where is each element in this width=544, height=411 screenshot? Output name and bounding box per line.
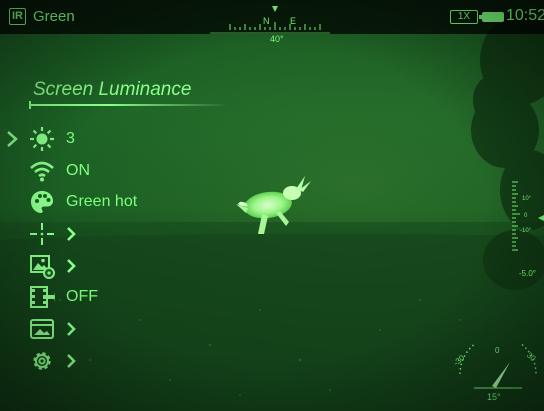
- zoom-badge: 1X: [450, 10, 478, 24]
- elevation-scale: 10° 0 -10° -5.0°: [512, 181, 544, 278]
- chevron-right-icon: [67, 227, 76, 241]
- inclinometer: -30 0 30 15°: [452, 344, 538, 402]
- image-settings-icon: [30, 255, 55, 279]
- clock: 10:52: [506, 7, 544, 24]
- compass: N E 40°: [180, 0, 360, 44]
- crosshair-icon: [30, 223, 54, 245]
- gear-icon: [33, 352, 51, 370]
- scale-label-mid: 0: [524, 213, 528, 219]
- brightness-icon: [30, 127, 54, 151]
- menu-item-settings[interactable]: [0, 348, 200, 374]
- compass-heading: 40°: [270, 34, 284, 44]
- chevron-right-icon: [67, 322, 76, 336]
- menu-title-underline: [29, 101, 229, 109]
- battery-icon: [479, 12, 504, 22]
- incline-center-label: 0: [495, 346, 500, 355]
- menu-title: Screen Luminance: [33, 79, 192, 100]
- scale-label-top: 10°: [522, 196, 532, 202]
- palette-value: Green hot: [66, 193, 138, 210]
- wifi-icon: [30, 161, 54, 182]
- menu-item-video-record[interactable]: OFF: [0, 284, 200, 310]
- menu-item-reticle[interactable]: [0, 221, 200, 247]
- menu-item-image-settings[interactable]: [0, 253, 200, 279]
- scale-value: -5.0°: [519, 269, 536, 278]
- palette-icon: [31, 191, 53, 213]
- selection-arrow-icon: [7, 131, 18, 147]
- compass-east-label: E: [290, 16, 296, 26]
- status-bar: IR Green N E 40° 1X 10:52: [0, 0, 544, 44]
- scale-label-bottom: -10°: [520, 228, 532, 234]
- chevron-right-icon: [67, 259, 76, 273]
- compass-north-label: N: [263, 16, 270, 26]
- compass-scale: N E 40°: [210, 6, 330, 44]
- ir-mode-badge: IR: [9, 8, 26, 25]
- gallery-icon: [30, 319, 54, 339]
- incline-value: 15°: [487, 392, 501, 402]
- menu-item-gallery[interactable]: [0, 316, 200, 342]
- video-record-icon: [30, 286, 55, 308]
- palette-name: Green: [33, 8, 75, 25]
- brightness-value: 3: [66, 130, 75, 147]
- incline-needle-icon: [492, 362, 510, 388]
- incline-right-label: 30: [525, 351, 538, 364]
- menu-item-wifi[interactable]: ON: [0, 158, 200, 184]
- wifi-value: ON: [66, 162, 90, 179]
- heading-marker-icon: [272, 6, 278, 12]
- menu-item-palette[interactable]: Green hot: [0, 189, 200, 215]
- chevron-right-icon: [67, 354, 76, 368]
- video-record-value: OFF: [66, 288, 98, 305]
- thermal-viewfinder: IR Green N E 40° 1X 10:52 Screen Luminan…: [0, 0, 544, 411]
- menu-item-brightness[interactable]: 3: [0, 126, 200, 152]
- scale-pointer-icon: [538, 215, 544, 221]
